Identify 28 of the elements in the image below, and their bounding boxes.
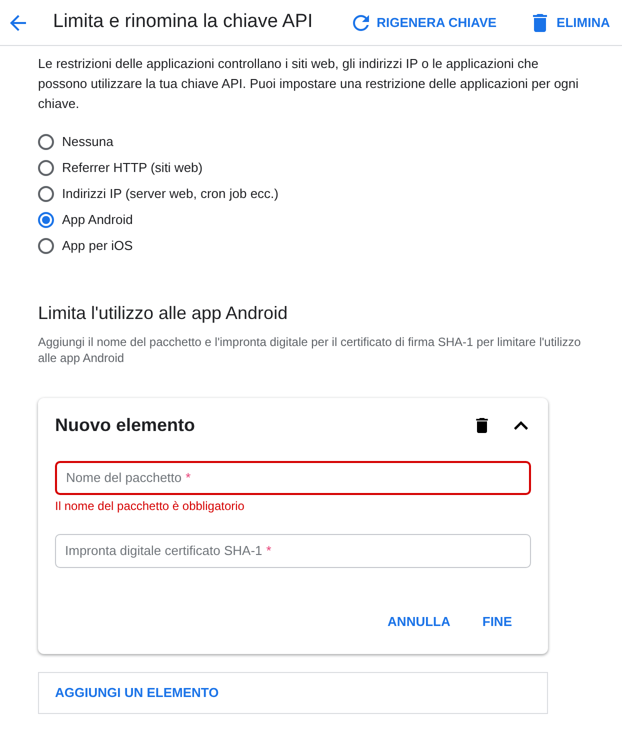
radio-option[interactable]: Referrer HTTP (siti web)	[38, 155, 203, 181]
error-message: Il nome del pacchetto è obbligatorio	[55, 498, 244, 514]
page-title: Limita e rinomina la chiave API	[53, 10, 313, 34]
radio-button[interactable]	[38, 186, 54, 202]
regenerate-button[interactable]: RIGENERA CHIAVE	[348, 4, 501, 40]
text-field[interactable]: Impronta digitale certificato SHA-1 *	[55, 534, 531, 568]
section-heading: Limita l'utilizzo alle app Android	[38, 302, 288, 325]
radio-option[interactable]: App Android	[38, 207, 133, 233]
radio-button[interactable]	[38, 238, 54, 254]
radio-option[interactable]: Nessuna	[38, 129, 114, 155]
restrictions-description: Le restrizioni delle applicazioni controllano i siti web, gli indirizzi IP o le applicazioni che possono utilizzare la tua chiave API. Puoi impostare una restrizione delle applicazioni per ogni chiave.	[38, 55, 580, 113]
radio-button[interactable]	[38, 134, 54, 150]
add-item-button[interactable]: AGGIUNGI UN ELEMENTO	[38, 672, 548, 714]
radio-option[interactable]: Indirizzi IP (server web, cron job ecc.)	[38, 181, 278, 207]
radio-button[interactable]	[38, 160, 54, 176]
radio-button[interactable]	[38, 212, 54, 228]
refresh-icon	[352, 14, 369, 30]
cancel-button[interactable]: ANNULLA	[372, 604, 466, 640]
back-arrow-icon	[10, 14, 26, 30]
delete-button[interactable]: ELIMINA	[528, 4, 614, 40]
text-field[interactable]: Nome del pacchetto *	[55, 461, 531, 495]
card-title: Nuovo elemento	[55, 414, 196, 436]
trash-icon	[476, 418, 488, 432]
done-button[interactable]: FINE	[466, 604, 528, 640]
chevron-up-icon	[514, 420, 528, 430]
radio-option[interactable]: App per iOS	[38, 233, 133, 259]
trash-icon	[532, 14, 547, 32]
section-description: Aggiungi il nome del pacchetto e l'impronta digitale per il certificato di firma SHA-1 per limitare l'utilizzo alle app Android	[38, 334, 582, 366]
